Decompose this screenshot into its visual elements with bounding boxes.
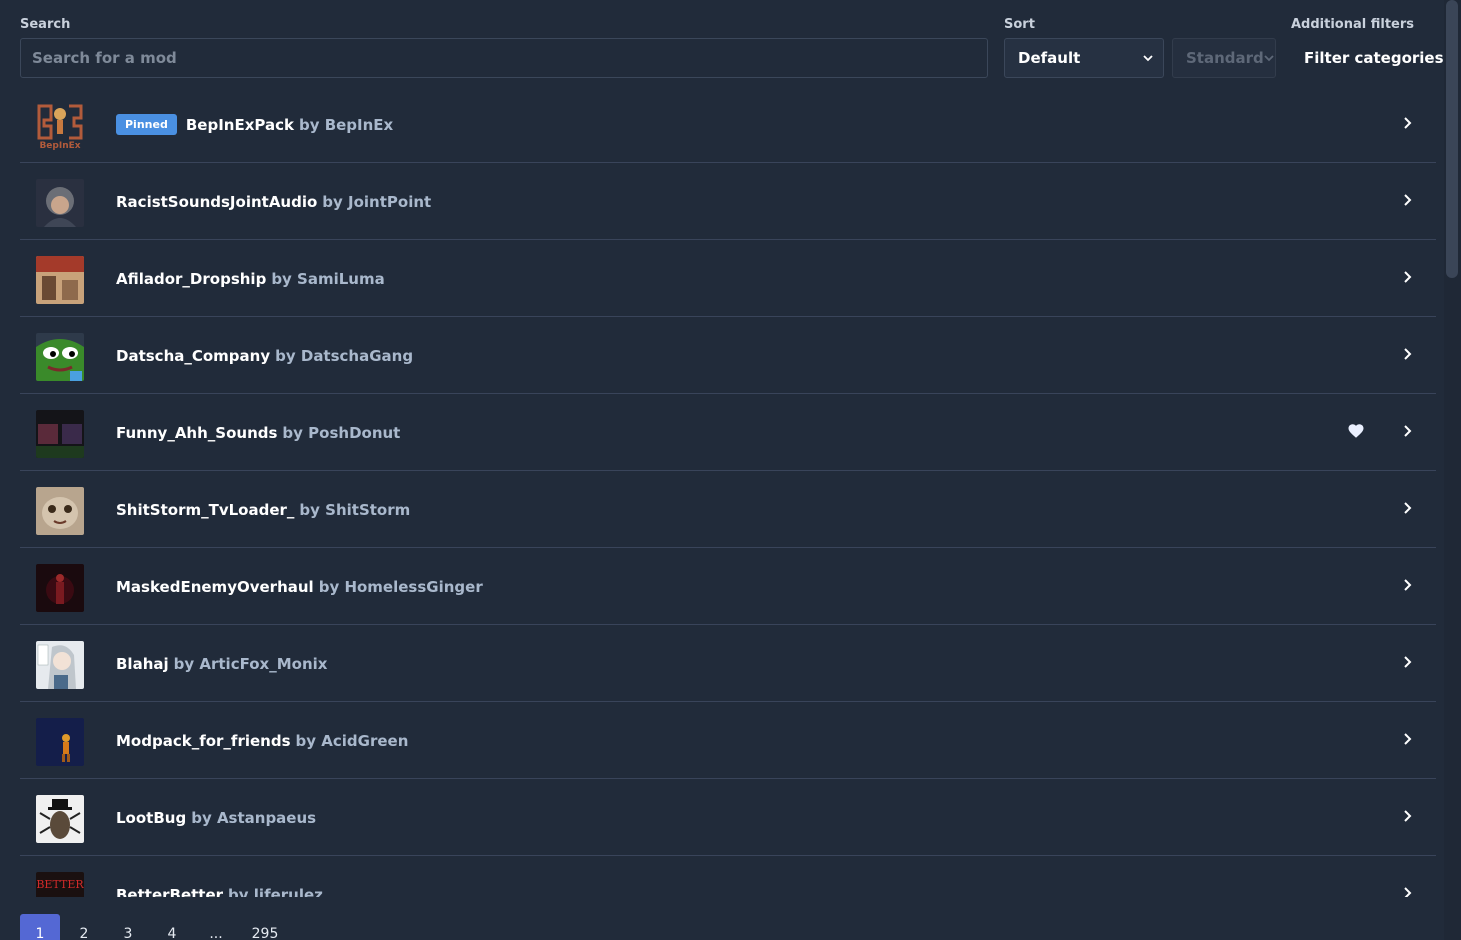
- mod-thumbnail: [36, 487, 84, 535]
- list-item[interactable]: Datscha_Company by DatschaGang: [20, 317, 1436, 394]
- mod-title: MaskedEnemyOverhaul by HomelessGinger: [116, 548, 483, 625]
- chevron-right-icon[interactable]: [1400, 731, 1416, 747]
- mod-name: Afilador_Dropship: [116, 269, 267, 288]
- mod-thumbnail: BETTER: [36, 872, 84, 897]
- mod-title: BetterBetter by liferulez: [116, 856, 323, 898]
- chevron-right-icon[interactable]: [1400, 885, 1416, 897]
- sort-label: Sort: [1004, 17, 1035, 32]
- pagination-page[interactable]: 2: [64, 914, 104, 940]
- mod-thumbnail: [36, 179, 84, 227]
- list-item[interactable]: ShitStorm_TvLoader_ by ShitStorm: [20, 471, 1436, 548]
- mod-author: by Astanpaeus: [191, 808, 317, 827]
- list-item[interactable]: MaskedEnemyOverhaul by HomelessGinger: [20, 548, 1436, 625]
- mod-name: LootBug: [116, 808, 187, 827]
- mod-author: by JointPoint: [322, 192, 432, 211]
- chevron-right-icon[interactable]: [1400, 346, 1416, 362]
- mod-title: Afilador_Dropship by SamiLuma: [116, 240, 385, 317]
- mod-title: Pinned BepInExPack by BepInEx: [116, 86, 393, 163]
- mod-thumbnail: [36, 641, 84, 689]
- mod-title: LootBug by Astanpaeus: [116, 779, 316, 856]
- mod-author: by SamiLuma: [271, 269, 385, 288]
- mod-title: ShitStorm_TvLoader_ by ShitStorm: [116, 471, 410, 548]
- chevron-right-icon[interactable]: [1400, 115, 1416, 131]
- heart-icon[interactable]: [1347, 422, 1365, 440]
- mod-name: Modpack_for_friends: [116, 731, 291, 750]
- mod-author: by AcidGreen: [295, 731, 409, 750]
- mod-author: by liferulez: [228, 885, 323, 898]
- list-item[interactable]: BETTER BetterBetter by liferulez: [20, 856, 1436, 897]
- pagination-page[interactable]: 1: [20, 914, 60, 940]
- mod-title: Modpack_for_friends by AcidGreen: [116, 702, 408, 779]
- scrollbar-thumb[interactable]: [1446, 0, 1458, 278]
- pagination-page[interactable]: 4: [152, 914, 192, 940]
- pinned-badge: Pinned: [116, 114, 177, 135]
- mod-author: by BepInEx: [298, 115, 394, 134]
- mod-title: RacistSoundsJointAudio by JointPoint: [116, 163, 431, 240]
- list-item[interactable]: Blahaj by ArticFox_Monix: [20, 625, 1436, 702]
- mod-name: BetterBetter: [116, 885, 224, 898]
- list-item[interactable]: Funny_Ahh_Sounds by PoshDonut: [20, 394, 1436, 471]
- mod-author: by PoshDonut: [282, 423, 401, 442]
- mod-name: Funny_Ahh_Sounds: [116, 423, 278, 442]
- svg-text:BepInEx: BepInEx: [39, 141, 80, 150]
- mod-title: Funny_Ahh_Sounds by PoshDonut: [116, 394, 400, 471]
- mod-author: by DatschaGang: [275, 346, 414, 365]
- mod-title: Blahaj by ArticFox_Monix: [116, 625, 327, 702]
- mod-list: BepInEx Pinned BepInExPack by BepInEx Racist…: [20, 86, 1436, 897]
- mod-author: by ArticFox_Monix: [173, 654, 328, 673]
- filter-categories-button[interactable]: Filter categories: [1304, 49, 1444, 67]
- sort-select[interactable]: Default: [1004, 38, 1164, 78]
- chevron-right-icon[interactable]: [1400, 423, 1416, 439]
- mod-thumbnail: [36, 718, 84, 766]
- sort-select-value: Default: [1018, 49, 1081, 67]
- mod-name: ShitStorm_TvLoader_: [116, 500, 295, 519]
- order-select[interactable]: Standard: [1172, 38, 1276, 78]
- mod-title: Datscha_Company by DatschaGang: [116, 317, 413, 394]
- search-label: Search: [20, 17, 71, 32]
- mod-author: by HomelessGinger: [318, 577, 483, 596]
- pagination-page[interactable]: 3: [108, 914, 148, 940]
- search-input[interactable]: [20, 38, 988, 78]
- chevron-right-icon[interactable]: [1400, 500, 1416, 516]
- list-item[interactable]: Modpack_for_friends by AcidGreen: [20, 702, 1436, 779]
- mod-author: by ShitStorm: [299, 500, 411, 519]
- mod-thumbnail: [36, 564, 84, 612]
- chevron-down-icon: [1264, 52, 1274, 65]
- pagination-ellipsis: ...: [209, 926, 223, 940]
- mod-thumbnail: BepInEx: [36, 102, 84, 150]
- chevron-down-icon: [1143, 52, 1153, 65]
- svg-text:BETTER: BETTER: [36, 878, 84, 891]
- mod-browser: Search Sort Default Standard Additional …: [0, 0, 1461, 940]
- mod-name: MaskedEnemyOverhaul: [116, 577, 314, 596]
- mod-thumbnail: [36, 333, 84, 381]
- chevron-right-icon[interactable]: [1400, 808, 1416, 824]
- list-item[interactable]: LootBug by Astanpaeus: [20, 779, 1436, 856]
- order-select-value: Standard: [1186, 49, 1264, 67]
- list-item[interactable]: Afilador_Dropship by SamiLuma: [20, 240, 1436, 317]
- additional-filters-label: Additional filters: [1291, 17, 1415, 32]
- mod-name: Blahaj: [116, 654, 169, 673]
- chevron-right-icon[interactable]: [1400, 577, 1416, 593]
- mod-name: Datscha_Company: [116, 346, 271, 365]
- pagination: 1 2 3 4... 295: [20, 914, 294, 940]
- pagination-page[interactable]: 295: [240, 914, 290, 940]
- chevron-right-icon[interactable]: [1400, 269, 1416, 285]
- scrollbar[interactable]: [1444, 0, 1461, 940]
- mod-thumbnail: [36, 410, 84, 458]
- list-item[interactable]: RacistSoundsJointAudio by JointPoint: [20, 163, 1436, 240]
- mod-thumbnail: [36, 795, 84, 843]
- mod-name: BepInExPack: [185, 115, 294, 134]
- chevron-right-icon[interactable]: [1400, 192, 1416, 208]
- list-item[interactable]: BepInEx Pinned BepInExPack by BepInEx: [20, 86, 1436, 163]
- mod-name: RacistSoundsJointAudio: [116, 192, 318, 211]
- mod-thumbnail: [36, 256, 84, 304]
- chevron-right-icon[interactable]: [1400, 654, 1416, 670]
